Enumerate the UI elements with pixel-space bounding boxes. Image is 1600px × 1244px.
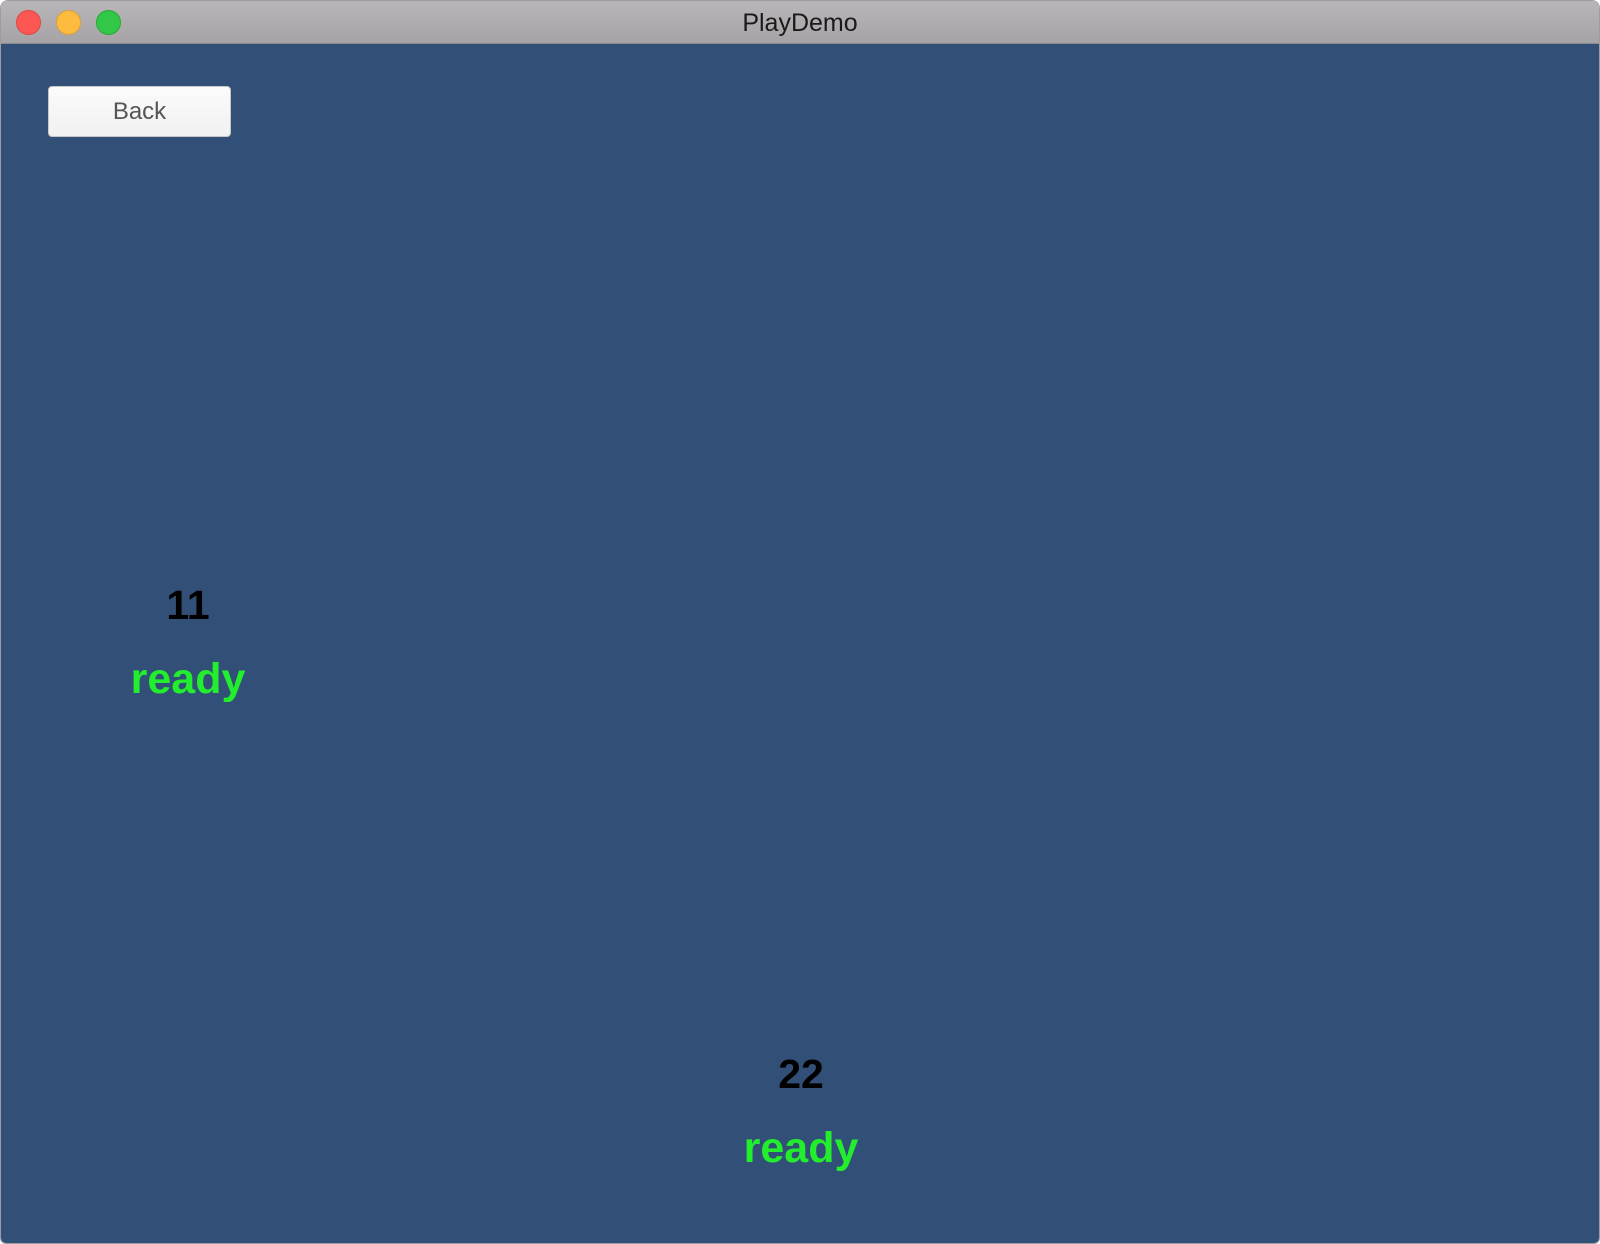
title-bar[interactable]: PlayDemo xyxy=(1,1,1599,44)
player-slot-1: 11 ready xyxy=(68,580,308,706)
player-status: ready xyxy=(743,1124,859,1172)
player-id: 11 xyxy=(166,582,210,628)
back-button[interactable]: Back xyxy=(48,86,231,137)
player-status: ready xyxy=(130,655,246,703)
window-title: PlayDemo xyxy=(742,9,858,37)
player-id: 22 xyxy=(778,1051,824,1097)
app-window: PlayDemo Back 11 ready 22 ready xyxy=(0,0,1600,1244)
game-area: Back 11 ready 22 ready xyxy=(1,44,1599,1243)
player-slot-2: 22 ready xyxy=(681,1049,921,1175)
